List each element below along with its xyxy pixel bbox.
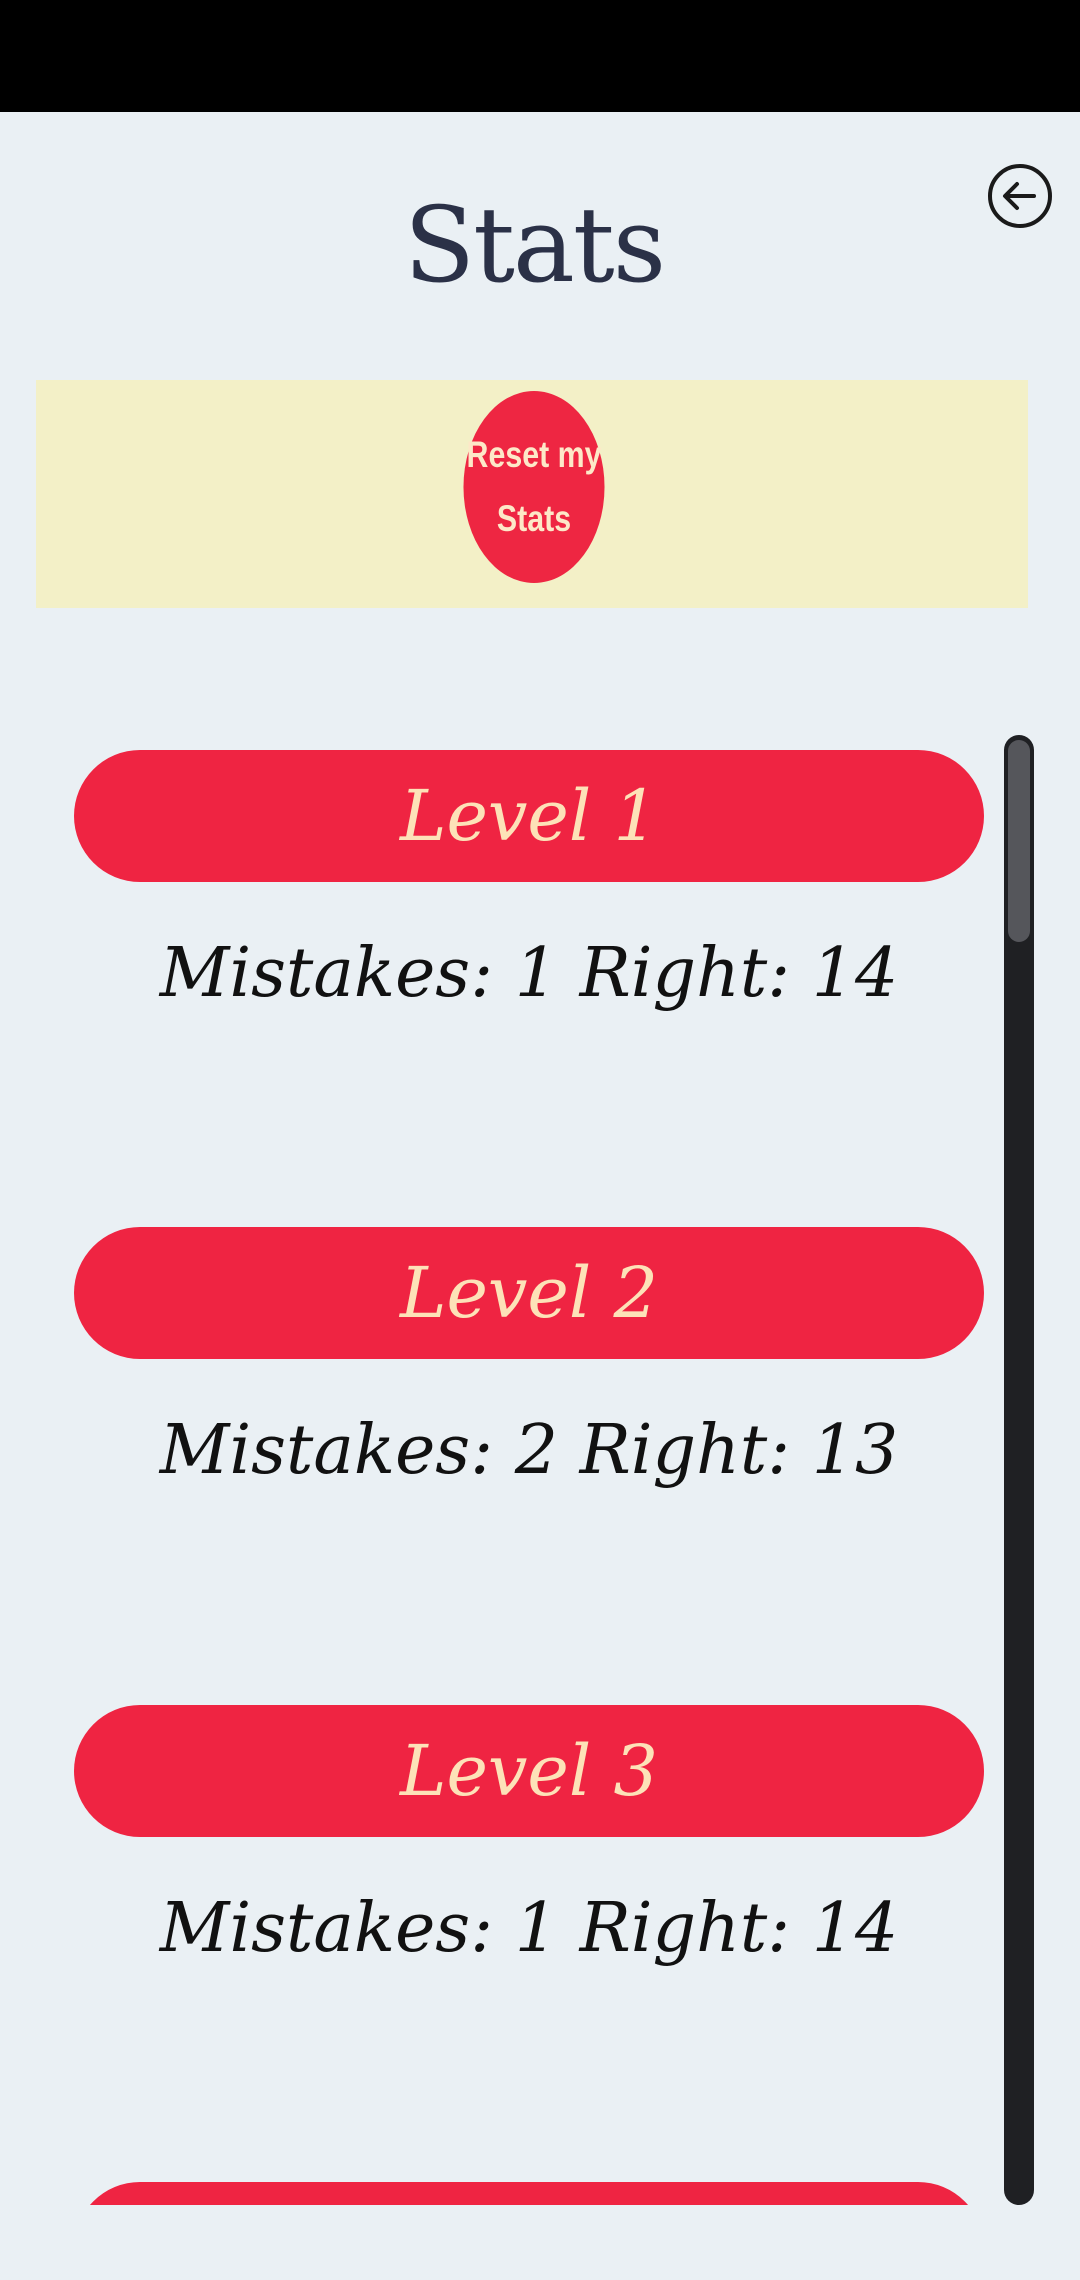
level-stats: Mistakes: 1 Right: 14 xyxy=(159,1889,899,1968)
level-button-2[interactable]: Level 2 xyxy=(74,1227,984,1359)
status-bar xyxy=(0,0,1080,112)
level-label: Level 1 xyxy=(399,775,659,857)
scrollbar-track[interactable] xyxy=(1004,735,1034,2205)
page-title: Stats xyxy=(403,184,666,306)
level-item-2: Level 2 Mistakes: 2 Right: 13 xyxy=(74,1227,984,1501)
level-item-4-partial xyxy=(74,2182,984,2205)
level-button-3[interactable]: Level 3 xyxy=(74,1705,984,1837)
reset-label-line2: Stats xyxy=(496,498,572,539)
level-item-3: Level 3 Mistakes: 1 Right: 14 xyxy=(74,1705,984,1979)
levels-list[interactable]: Level 1 Mistakes: 1 Right: 14 Level 2 Mi… xyxy=(0,700,1080,2205)
scrollbar-thumb[interactable] xyxy=(1008,740,1030,942)
level-item-1: Level 1 Mistakes: 1 Right: 14 xyxy=(74,750,984,1024)
level-label: Level 3 xyxy=(399,1730,659,1812)
level-button-1[interactable]: Level 1 xyxy=(74,750,984,882)
level-stats: Mistakes: 1 Right: 14 xyxy=(159,934,899,1013)
level-button-4[interactable] xyxy=(74,2182,984,2205)
level-stats: Mistakes: 2 Right: 13 xyxy=(159,1411,899,1490)
level-label: Level 2 xyxy=(399,1252,659,1334)
reset-label-line1: Reset my xyxy=(466,434,602,475)
reset-stats-button[interactable]: Reset my Stats xyxy=(463,391,605,583)
